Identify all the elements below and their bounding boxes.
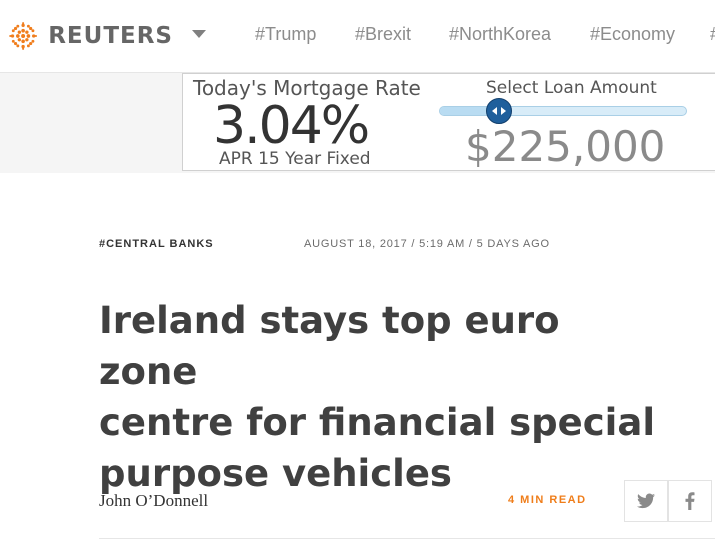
author-byline[interactable]: John O’Donnell <box>99 491 208 511</box>
share-facebook-button[interactable] <box>668 480 712 522</box>
article-headline: Ireland stays top euro zone centre for f… <box>99 295 659 499</box>
loan-amount-slider[interactable] <box>439 106 687 116</box>
read-time: 4 MIN READ <box>508 494 587 506</box>
page: REUTERS #Trump #Brexit #NorthKorea #Econ… <box>0 0 715 545</box>
loan-amount-value: $225,000 <box>465 122 666 171</box>
headline-line: purpose vehicles <box>99 452 452 495</box>
ad-band: Today's Mortgage Rate 3.04% APR 15 Year … <box>0 73 715 173</box>
twitter-icon <box>637 493 655 509</box>
dateline: AUGUST 18, 2017 / 5:19 AM / 5 DAYS AGO <box>304 238 550 250</box>
section-tag[interactable]: #CENTRAL BANKS <box>99 238 214 250</box>
nav-tag-truncated[interactable]: # <box>710 24 715 45</box>
loan-amount-label: Select Loan Amount <box>486 78 657 98</box>
headline-line: centre for financial special <box>99 401 656 444</box>
nav-tag-trump[interactable]: #Trump <box>255 24 316 45</box>
facebook-icon <box>685 492 695 510</box>
brand-name: REUTERS <box>48 23 173 49</box>
headline-line: Ireland stays top euro zone <box>99 299 560 393</box>
slider-thumb[interactable] <box>485 98 512 124</box>
reuters-logo-icon <box>9 22 38 50</box>
mortgage-ad[interactable]: Today's Mortgage Rate 3.04% APR 15 Year … <box>182 73 715 171</box>
rate-description: APR 15 Year Fixed <box>219 149 371 169</box>
article-meta: #CENTRAL BANKS AUGUST 18, 2017 / 5:19 AM… <box>99 238 659 254</box>
nav-tag-brexit[interactable]: #Brexit <box>355 24 411 45</box>
chevron-down-icon[interactable] <box>192 30 206 38</box>
share-twitter-button[interactable] <box>624 480 668 522</box>
nav-tag-economy[interactable]: #Economy <box>590 24 675 45</box>
left-right-arrows-icon <box>491 107 506 115</box>
reuters-logo[interactable]: REUTERS <box>8 16 173 56</box>
divider <box>99 538 715 539</box>
mortgage-rate: 3.04% <box>213 96 370 156</box>
site-header: REUTERS #Trump #Brexit #NorthKorea #Econ… <box>0 0 715 73</box>
nav-tag-northkorea[interactable]: #NorthKorea <box>449 24 551 45</box>
